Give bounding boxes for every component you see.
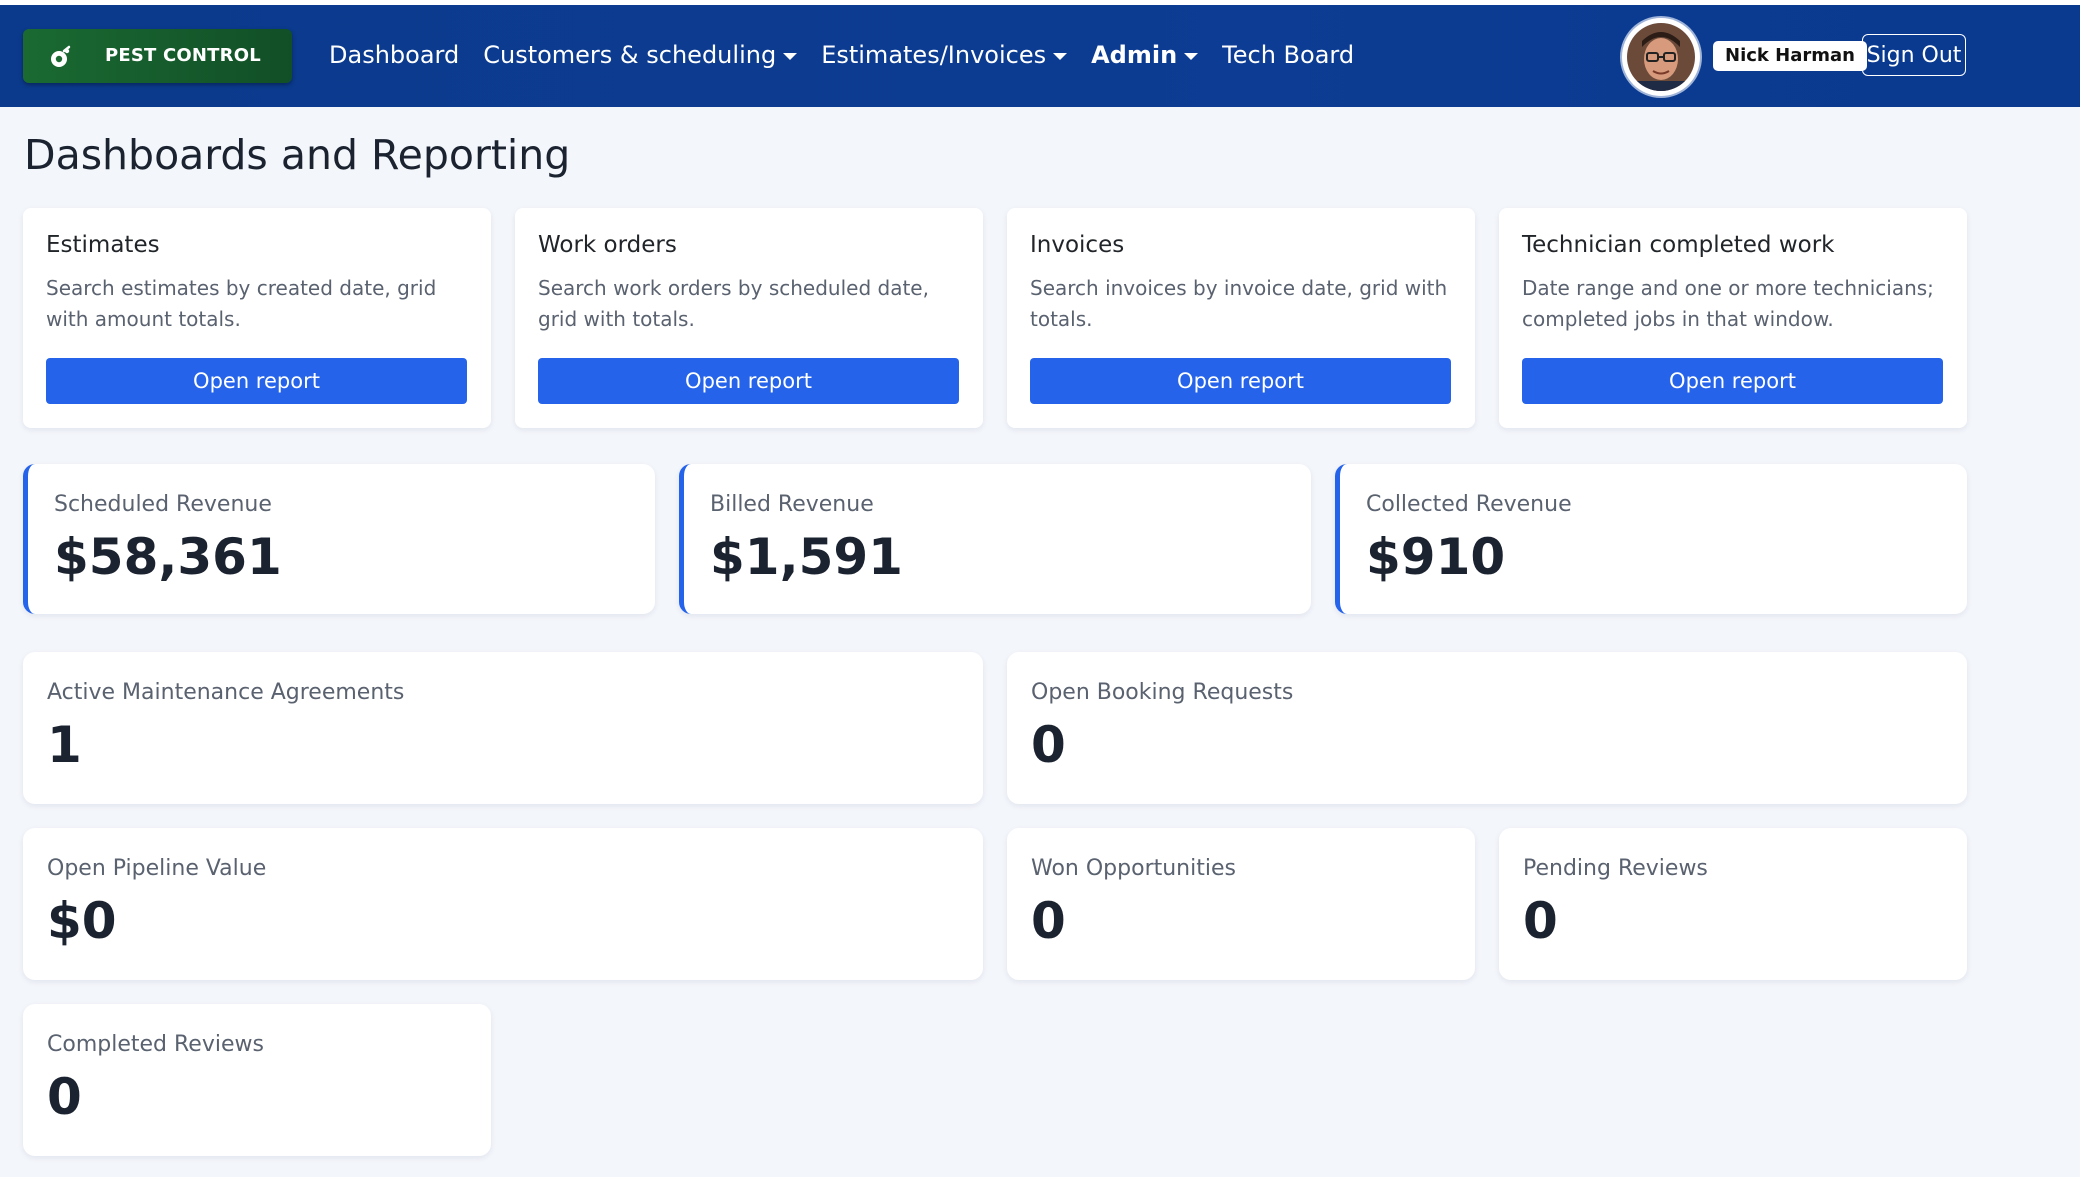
top-navbar: PEST CONTROL Dashboard Customers & sched… bbox=[0, 5, 2080, 107]
active-maintenance-agreements-card: Active Maintenance Agreements 1 bbox=[23, 652, 983, 804]
open-report-button[interactable]: Open report bbox=[1522, 358, 1943, 404]
caret-down-icon bbox=[1053, 52, 1068, 60]
main-nav: Dashboard Customers & scheduling Estimat… bbox=[329, 41, 1354, 69]
revenue-label: Billed Revenue bbox=[710, 492, 874, 517]
nav-estimates-invoices-label: Estimates/Invoices bbox=[821, 41, 1047, 69]
stat-value: $0 bbox=[47, 892, 117, 950]
nav-dashboard-label: Dashboard bbox=[329, 41, 460, 69]
page-title: Dashboards and Reporting bbox=[24, 131, 571, 179]
open-report-button[interactable]: Open report bbox=[538, 358, 959, 404]
nav-estimates-invoices[interactable]: Estimates/Invoices bbox=[821, 41, 1068, 69]
stat-value: 0 bbox=[1031, 892, 1066, 950]
report-card-invoices: Invoices Search invoices by invoice date… bbox=[1007, 208, 1475, 428]
stat-value: 0 bbox=[1031, 716, 1066, 774]
report-card-technician-completed-work: Technician completed work Date range and… bbox=[1499, 208, 1967, 428]
stat-label: Pending Reviews bbox=[1523, 856, 1708, 881]
open-report-button[interactable]: Open report bbox=[1030, 358, 1451, 404]
report-card-description: Search invoices by invoice date, grid wi… bbox=[1030, 276, 1448, 331]
sign-out-button[interactable]: Sign Out bbox=[1862, 34, 1966, 76]
nav-customers-scheduling[interactable]: Customers & scheduling bbox=[483, 41, 798, 69]
caret-down-icon bbox=[1184, 52, 1199, 60]
scheduled-revenue-card: Scheduled Revenue $58,361 bbox=[23, 464, 655, 614]
report-card-description: Search work orders by scheduled date, gr… bbox=[538, 276, 929, 331]
stat-label: Active Maintenance Agreements bbox=[47, 680, 405, 705]
open-report-button[interactable]: Open report bbox=[46, 358, 467, 404]
user-avatar[interactable] bbox=[1622, 18, 1700, 96]
nav-customers-scheduling-label: Customers & scheduling bbox=[483, 41, 777, 69]
report-card-description: Search estimates by created date, grid w… bbox=[46, 276, 437, 331]
stat-label: Open Booking Requests bbox=[1031, 680, 1294, 705]
brand-logo[interactable]: PEST CONTROL bbox=[23, 29, 292, 83]
nav-tech-board[interactable]: Tech Board bbox=[1222, 41, 1354, 69]
stat-value: 0 bbox=[1523, 892, 1558, 950]
nav-admin[interactable]: Admin bbox=[1091, 41, 1199, 69]
report-card-title: Technician completed work bbox=[1522, 232, 1835, 258]
nav-tech-board-label: Tech Board bbox=[1222, 41, 1355, 69]
stat-value: 0 bbox=[47, 1068, 82, 1126]
won-opportunities-card: Won Opportunities 0 bbox=[1007, 828, 1475, 980]
report-card-title: Estimates bbox=[46, 232, 160, 258]
brand-name: PEST CONTROL bbox=[105, 45, 261, 66]
nav-admin-label: Admin bbox=[1091, 41, 1178, 69]
pest-control-logo-icon bbox=[51, 45, 71, 67]
report-card-title: Work orders bbox=[538, 232, 677, 258]
caret-down-icon bbox=[783, 52, 798, 60]
revenue-label: Scheduled Revenue bbox=[54, 492, 272, 517]
stat-value: 1 bbox=[47, 716, 82, 774]
report-card-description: Date range and one or more technicians; … bbox=[1522, 276, 1934, 331]
pending-reviews-card: Pending Reviews 0 bbox=[1499, 828, 1967, 980]
revenue-label: Collected Revenue bbox=[1366, 492, 1572, 517]
open-booking-requests-card: Open Booking Requests 0 bbox=[1007, 652, 1967, 804]
billed-revenue-card: Billed Revenue $1,591 bbox=[679, 464, 1311, 614]
open-pipeline-value-card: Open Pipeline Value $0 bbox=[23, 828, 983, 980]
report-card-work-orders: Work orders Search work orders by schedu… bbox=[515, 208, 983, 428]
completed-reviews-card: Completed Reviews 0 bbox=[23, 1004, 491, 1156]
stat-label: Completed Reviews bbox=[47, 1032, 264, 1057]
report-card-title: Invoices bbox=[1030, 232, 1125, 258]
user-name-badge[interactable]: Nick Harman bbox=[1713, 41, 1867, 71]
revenue-value: $1,591 bbox=[710, 528, 903, 586]
revenue-value: $58,361 bbox=[54, 528, 282, 586]
user-photo-icon bbox=[1627, 23, 1695, 91]
report-card-estimates: Estimates Search estimates by created da… bbox=[23, 208, 491, 428]
collected-revenue-card: Collected Revenue $910 bbox=[1335, 464, 1967, 614]
stat-label: Won Opportunities bbox=[1031, 856, 1236, 881]
nav-dashboard[interactable]: Dashboard bbox=[329, 41, 459, 69]
stat-label: Open Pipeline Value bbox=[47, 856, 267, 881]
revenue-value: $910 bbox=[1366, 528, 1506, 586]
